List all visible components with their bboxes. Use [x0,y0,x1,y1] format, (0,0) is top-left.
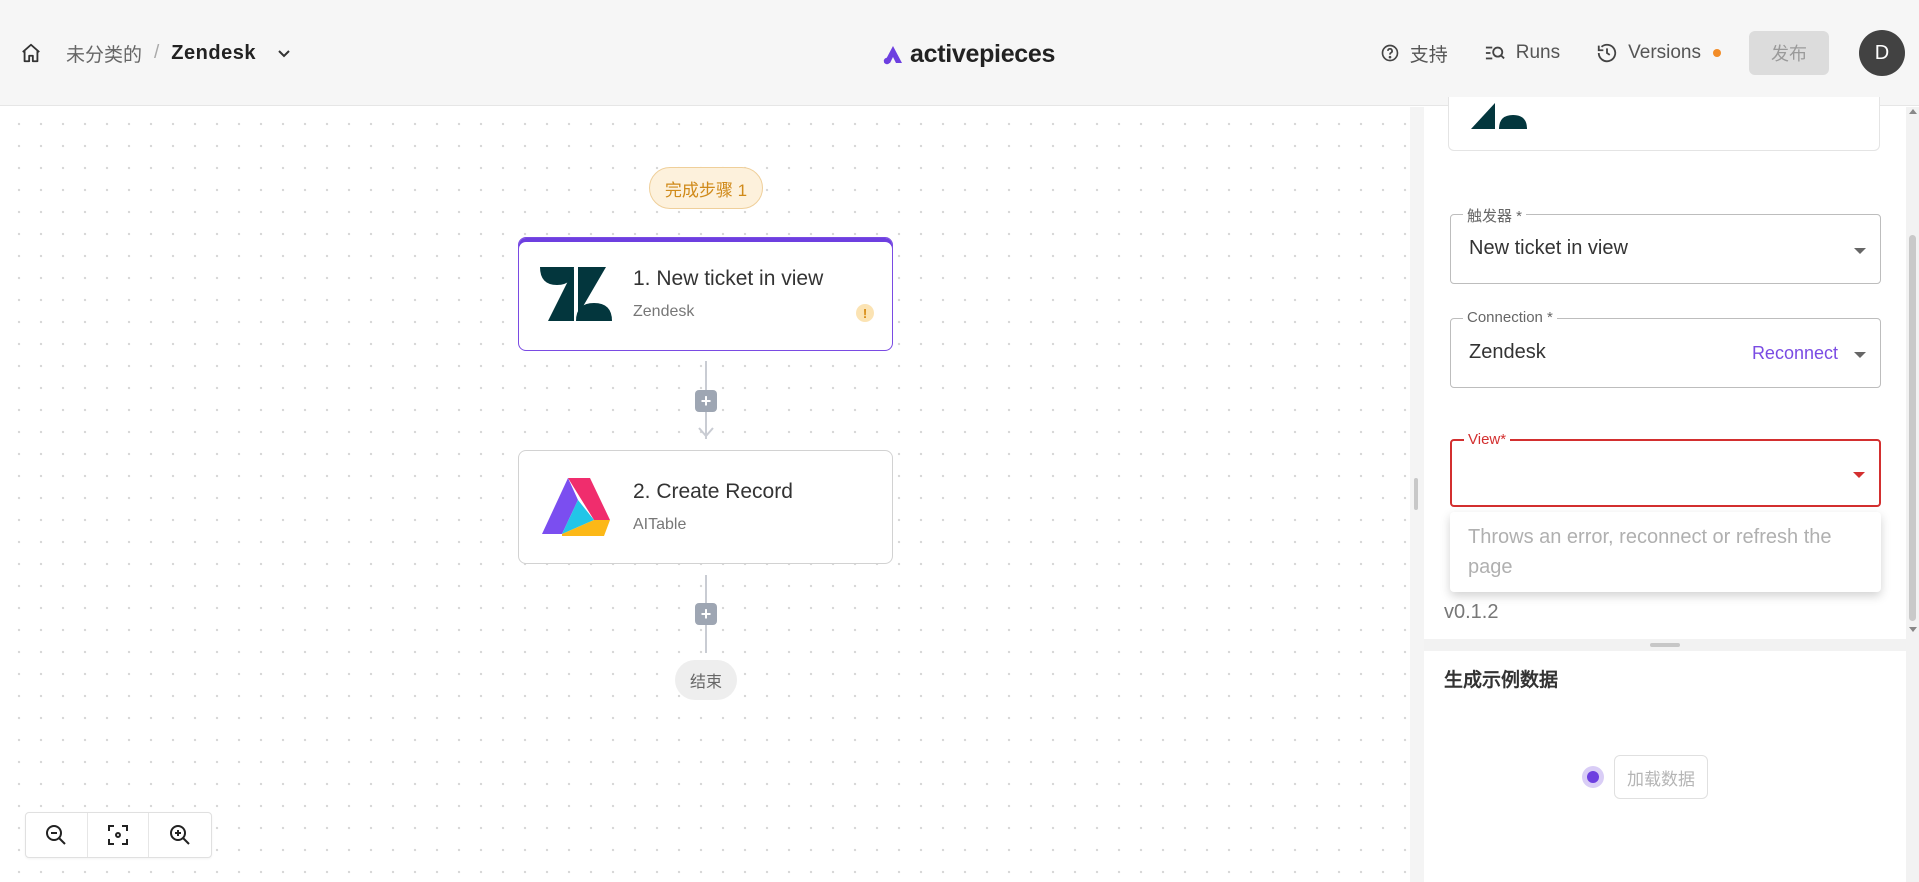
status-pill: 完成步骤 1 [649,167,763,209]
history-icon [1597,43,1617,63]
load-data-button[interactable]: 加载数据 [1614,755,1708,799]
zoom-out-button[interactable] [26,813,88,857]
sample-data-title: 生成示例数据 [1444,670,1559,691]
step-settings-panel: 触发器 * New ticket in view Connection * Ze… [1424,97,1906,882]
support-label: 支持 [1409,44,1448,66]
load-data-row: 加载数据 [1582,755,1708,799]
arrow-down-icon [698,427,714,438]
step-subtitle: Zendesk [633,303,695,320]
home-icon[interactable] [18,40,44,66]
zoom-out-icon [46,825,67,845]
zoom-controls [25,812,212,858]
chevron-down-icon[interactable] [274,43,294,63]
section-divider [1424,639,1906,651]
runs-label: Runs [1515,42,1561,63]
piece-version: v0.1.2 [1444,601,1499,623]
zoom-in-icon [170,825,190,845]
view-label: View* [1464,431,1511,448]
aitable-logo-icon [537,475,615,539]
scroll-thumb[interactable] [1909,235,1916,621]
scroll-down-icon[interactable] [1909,627,1917,632]
caret-down-icon [1853,472,1865,478]
scroll-up-icon[interactable] [1909,109,1917,114]
top-header: 未分类的 / Zendesk activepieces 支持 Runs Vers… [0,0,1919,106]
caret-down-icon [1854,248,1866,254]
header-actions: 支持 Runs Versions 发布 D [1380,0,1919,106]
support-button[interactable]: 支持 [1380,40,1448,67]
versions-label: Versions [1628,42,1701,63]
zendesk-logo-icon [1471,103,1527,129]
end-marker: 结束 [675,660,737,700]
breadcrumb: 未分类的 / Zendesk [18,0,294,106]
step-title: 2. Create Record [633,480,793,503]
caret-down-icon [1854,352,1866,358]
step-subtitle: AITable [633,516,687,533]
trigger-label: 触发器 * [1463,205,1527,226]
view-select[interactable]: View* [1450,431,1881,507]
brand-logo: activepieces [882,40,1055,69]
activepieces-logo-icon [883,45,902,64]
panel-resize-handle[interactable] [1414,478,1418,510]
panel-scrollbar[interactable] [1906,107,1919,882]
zoom-in-button[interactable] [149,813,211,857]
view-dropdown-message: Throws an error, reconnect or refresh th… [1450,512,1881,592]
trigger-value: New ticket in view [1469,237,1628,259]
fit-view-button[interactable] [88,813,150,857]
avatar[interactable]: D [1859,30,1905,76]
versions-button[interactable]: Versions [1596,42,1721,64]
add-step-button[interactable]: + [695,603,717,625]
breadcrumb-folder[interactable]: 未分类的 [66,40,142,67]
runs-button[interactable]: Runs [1484,42,1560,64]
brand-name: activepieces [910,40,1056,68]
step-card-trigger[interactable]: 1. New ticket in view Zendesk ! [518,237,893,351]
step-card-action[interactable]: 2. Create Record AITable [518,450,893,564]
reconnect-link[interactable]: Reconnect [1752,343,1838,364]
list-search-icon [1485,46,1505,60]
radio-selected-icon[interactable] [1582,766,1604,788]
add-step-button[interactable]: + [695,390,717,412]
flow-name[interactable]: Zendesk [171,42,256,65]
connection-select[interactable]: Connection * Zendesk Reconnect [1450,309,1881,388]
trigger-select[interactable]: 触发器 * New ticket in view [1450,205,1881,284]
focus-icon [108,825,128,845]
publish-button[interactable]: 发布 [1749,31,1829,75]
versions-status-dot [1713,49,1721,57]
section-resize-handle[interactable] [1650,643,1680,647]
connection-label: Connection * [1463,309,1557,326]
help-circle-icon [1381,44,1399,62]
zendesk-logo-icon [537,262,615,326]
breadcrumb-separator: / [154,42,160,63]
warning-icon: ! [856,304,874,322]
connection-value: Zendesk [1469,341,1546,363]
piece-card [1448,97,1880,151]
step-title: 1. New ticket in view [633,267,824,290]
